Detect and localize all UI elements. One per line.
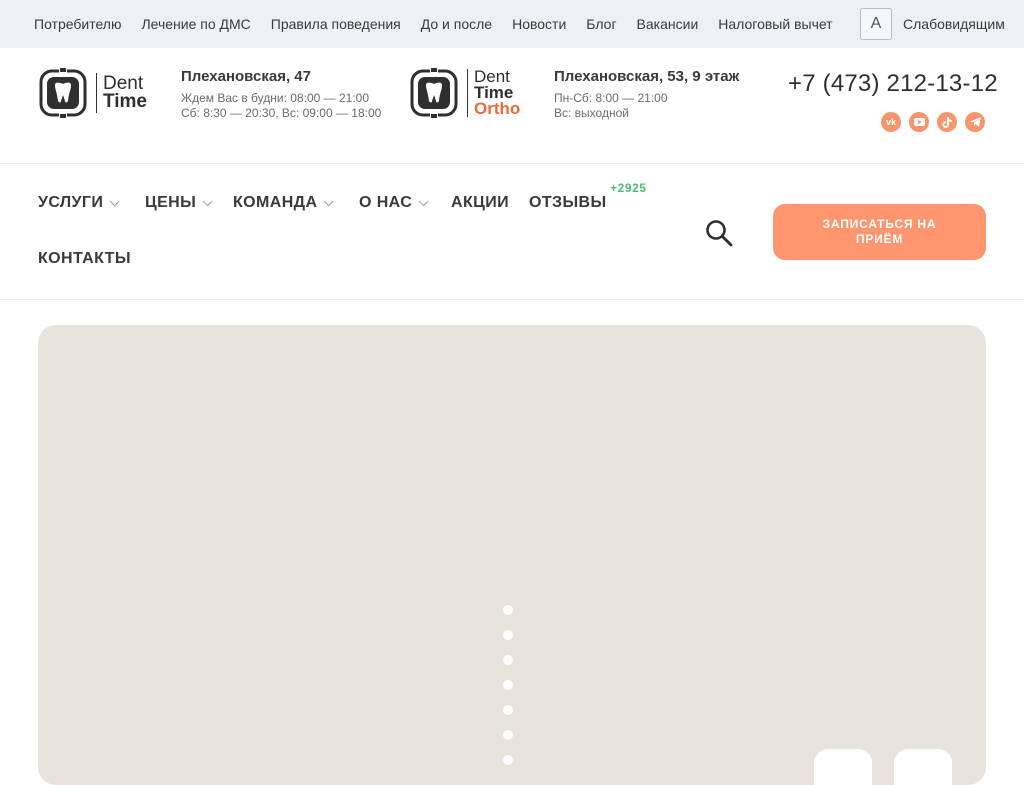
hero-slider xyxy=(38,325,986,785)
slider-dot[interactable] xyxy=(503,680,513,690)
clinic2-hours-weekend: Вс: выходной xyxy=(554,106,629,120)
link-tax[interactable]: Налоговый вычет xyxy=(718,16,832,32)
nav-prices-label: ЦЕНЫ xyxy=(145,194,197,211)
telegram-icon[interactable] xyxy=(965,112,985,132)
nav-about[interactable]: О НАС xyxy=(359,194,429,212)
tooth-logo-icon xyxy=(39,68,87,118)
slider-pagination xyxy=(503,605,513,765)
accessibility-link[interactable]: Слабовидящим xyxy=(903,0,1005,48)
slider-dot[interactable] xyxy=(503,630,513,640)
chevron-down-icon xyxy=(418,195,429,206)
logo-divider xyxy=(467,69,468,117)
logo-dent-time-ortho[interactable]: Dent Time Ortho xyxy=(409,68,520,118)
logo-divider xyxy=(96,73,97,113)
nav-about-label: О НАС xyxy=(359,194,413,211)
book-appointment-button[interactable]: ЗАПИСАТЬСЯ НА ПРИЁМ xyxy=(773,204,986,260)
clinic1-hours-weekdays: Ждем Вас в будни: 08:00 — 21:00 xyxy=(181,91,369,105)
nav-promos[interactable]: АКЦИИ xyxy=(451,194,509,212)
tooth-logo-icon xyxy=(410,68,458,118)
clinic1-hours-weekend: Сб: 8:30 — 20:30, Вс: 09:00 — 18:00 xyxy=(181,106,382,120)
slider-dot[interactable] xyxy=(503,655,513,665)
nav-contacts[interactable]: КОНТАКТЫ xyxy=(38,250,131,268)
logo-word-time: Time xyxy=(103,91,148,112)
search-icon[interactable] xyxy=(704,218,734,248)
nav-reviews-label: ОТЗЫВЫ xyxy=(529,194,607,211)
clinic1-address: Плехановская, 47 Ждем Вас в будни: 08:00… xyxy=(181,68,381,121)
main-nav: УСЛУГИ ЦЕНЫ КОМАНДА О НАС АКЦИИ ОТЗЫВЫ +… xyxy=(0,164,1024,300)
phone-number[interactable]: +7 (473) 212-13-12 xyxy=(788,70,998,98)
logo-word-ortho: Ortho xyxy=(474,99,521,118)
nav-services-label: УСЛУГИ xyxy=(38,194,104,211)
nav-promos-label: АКЦИИ xyxy=(451,194,510,211)
slider-dot[interactable] xyxy=(503,730,513,740)
chevron-down-icon xyxy=(109,195,120,206)
link-blog[interactable]: Блог xyxy=(586,16,616,32)
slider-dot[interactable] xyxy=(503,705,513,715)
reviews-count-badge: +2925 xyxy=(610,181,647,195)
nav-prices[interactable]: ЦЕНЫ xyxy=(145,194,213,212)
accessibility-icon[interactable]: A xyxy=(860,8,892,40)
social-links: vk xyxy=(881,112,985,132)
nav-reviews[interactable]: ОТЗЫВЫ xyxy=(529,194,607,212)
clinic1-street: Плехановская, 47 xyxy=(181,68,311,85)
clinic2-hours-weekdays: Пн-Сб: 8:00 — 21:00 xyxy=(554,91,668,105)
slider-next-button[interactable] xyxy=(894,749,952,785)
clinic2-address: Плехановская, 53, 9 этаж Пн-Сб: 8:00 — 2… xyxy=(554,68,739,121)
header: Dent Time Плехановская, 47 Ждем Вас в бу… xyxy=(0,48,1024,164)
vk-icon[interactable]: vk xyxy=(881,112,901,132)
top-bar: Потребителю Лечение по ДМС Правила повед… xyxy=(0,0,1024,48)
logo-dent-time[interactable]: Dent Time xyxy=(38,68,147,118)
nav-services[interactable]: УСЛУГИ xyxy=(38,194,120,212)
slider-dot[interactable] xyxy=(503,605,513,615)
clinic2-street: Плехановская, 53, 9 этаж xyxy=(554,68,740,85)
nav-team-label: КОМАНДА xyxy=(233,194,318,211)
chevron-down-icon xyxy=(324,195,334,206)
link-news[interactable]: Новости xyxy=(512,16,566,32)
tiktok-icon[interactable] xyxy=(937,112,957,132)
logo-words: Dent Time xyxy=(103,74,148,112)
chevron-down-icon xyxy=(202,195,213,206)
slider-prev-button[interactable] xyxy=(814,749,872,785)
slider-dot[interactable] xyxy=(503,755,513,765)
link-consumer[interactable]: Потребителю xyxy=(34,16,121,32)
nav-team[interactable]: КОМАНДА xyxy=(233,194,334,212)
link-before-after[interactable]: До и после xyxy=(421,16,492,32)
nav-contacts-label: КОНТАКТЫ xyxy=(38,250,131,267)
link-vacancies[interactable]: Вакансии xyxy=(637,16,699,32)
top-links: Потребителю Лечение по ДМС Правила повед… xyxy=(34,0,853,48)
link-rules[interactable]: Правила поведения xyxy=(271,16,401,32)
youtube-icon[interactable] xyxy=(909,112,929,132)
link-dms[interactable]: Лечение по ДМС xyxy=(141,16,250,32)
logo-words: Dent Time Ortho xyxy=(474,68,521,118)
